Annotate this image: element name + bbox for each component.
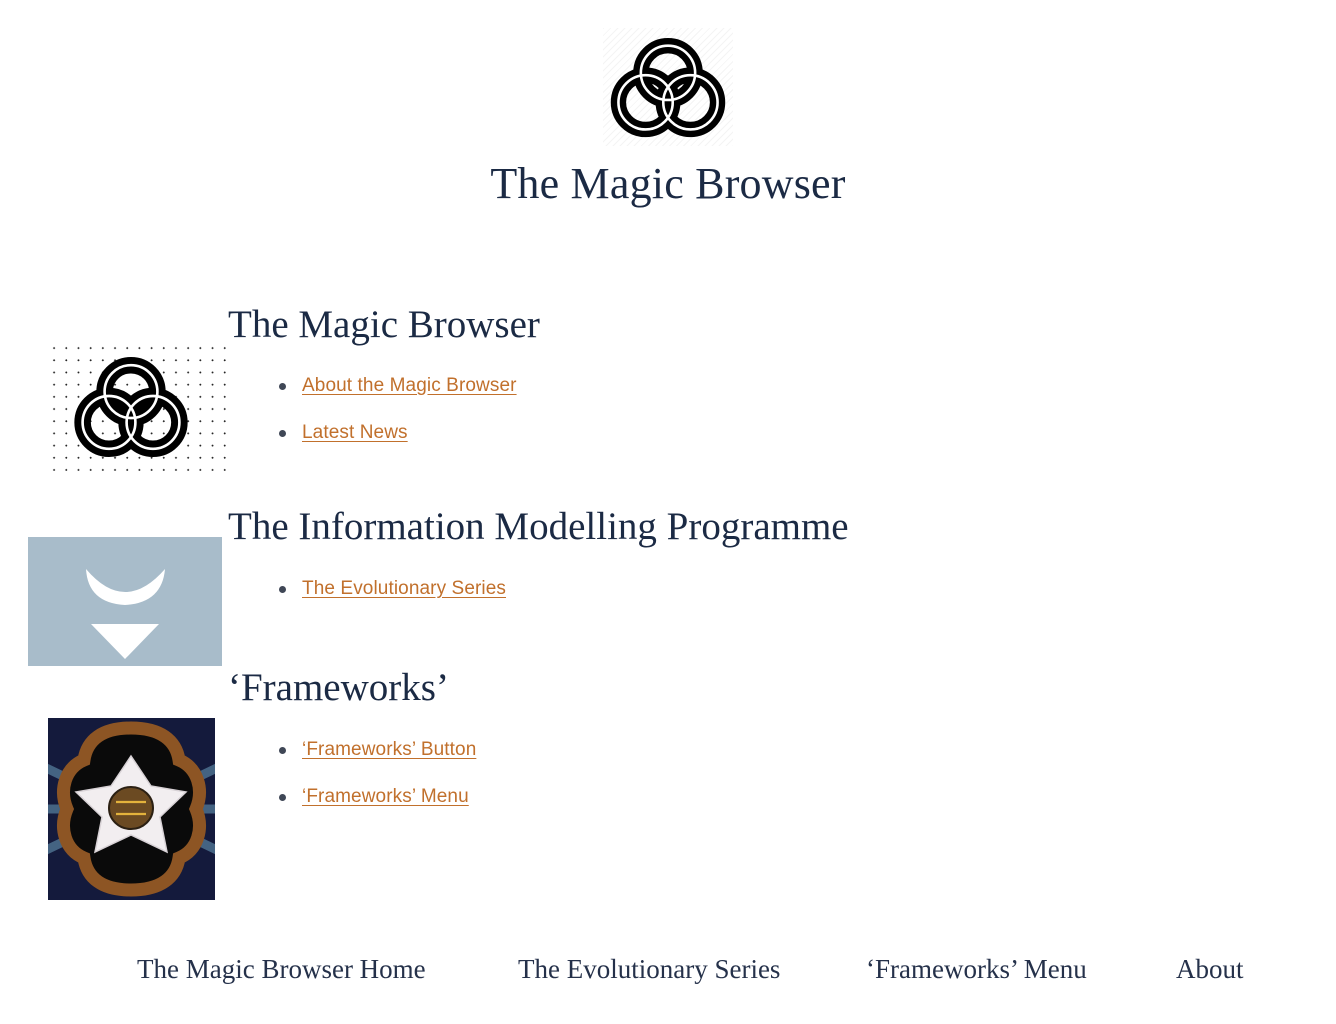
stained-glass-rose-image: [48, 718, 215, 900]
celtic-knot-on-dot-grid-image: [74, 356, 188, 458]
list-item: ‘Frameworks’ Button: [275, 738, 476, 763]
section-link-list: About the Magic Browser Latest News: [275, 374, 517, 468]
link-the-evolutionary-series[interactable]: The Evolutionary Series: [302, 578, 506, 599]
section-heading: The Information Modelling Programme: [228, 505, 849, 548]
figure-stained-glass-rose: [48, 718, 215, 900]
list-item: Latest News: [275, 421, 517, 446]
footer-nav-item-magic-browser-home[interactable]: The Magic Browser Home: [137, 952, 426, 986]
link-frameworks-button[interactable]: ‘Frameworks’ Button: [302, 739, 476, 760]
list-item: The Evolutionary Series: [275, 577, 506, 602]
section-heading: ‘Frameworks’: [228, 666, 449, 709]
figure-celtic-knot-dotgrid: [46, 340, 226, 471]
slate-crescent-and-triangle-image: [28, 537, 222, 666]
section-link-list: ‘Frameworks’ Button ‘Frameworks’ Menu: [275, 738, 476, 832]
figure-slate-panel: [28, 537, 222, 666]
list-item: ‘Frameworks’ Menu: [275, 785, 476, 810]
section-heading: The Magic Browser: [228, 303, 540, 346]
list-item: About the Magic Browser: [275, 374, 517, 399]
footer-nav-item-evolutionary-series[interactable]: The Evolutionary Series: [518, 952, 780, 986]
site-logo: [603, 28, 733, 146]
footer-navigation: The Magic Browser Home The Evolutionary …: [0, 952, 1336, 996]
link-latest-news[interactable]: Latest News: [302, 422, 408, 443]
section-link-list: The Evolutionary Series: [275, 577, 506, 624]
page-title: The Magic Browser: [490, 159, 846, 208]
site-masthead: The Magic Browser: [0, 0, 1336, 208]
celtic-triquetra-knot-icon: [610, 38, 726, 138]
footer-nav-item-about[interactable]: About: [1176, 952, 1244, 986]
link-frameworks-menu[interactable]: ‘Frameworks’ Menu: [302, 786, 469, 807]
link-about-the-magic-browser[interactable]: About the Magic Browser: [302, 375, 517, 396]
footer-nav-item-frameworks-menu[interactable]: ‘Frameworks’ Menu: [866, 952, 1087, 986]
